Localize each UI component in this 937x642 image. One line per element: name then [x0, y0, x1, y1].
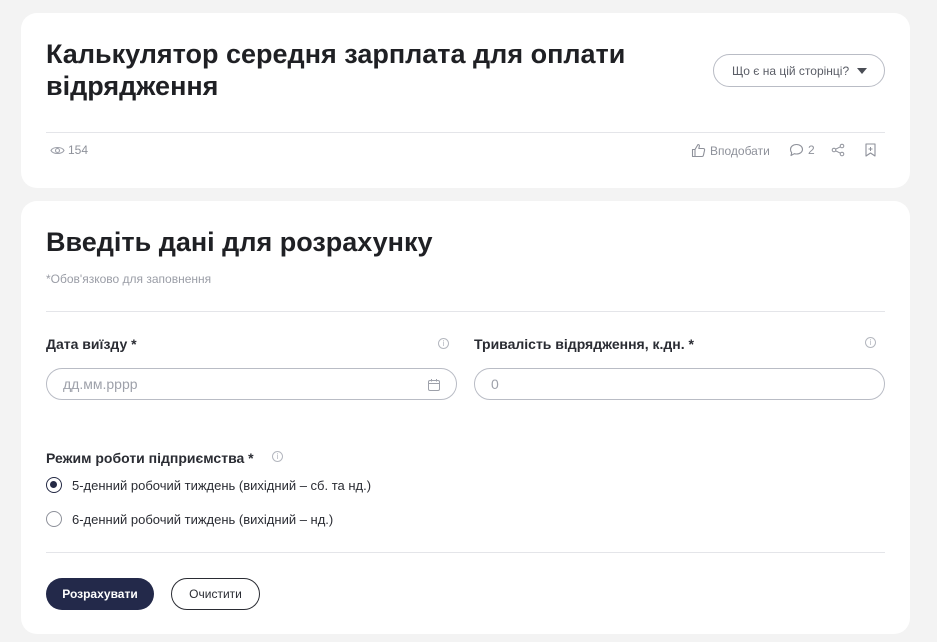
divider	[46, 132, 885, 133]
calendar-icon[interactable]	[427, 378, 441, 392]
share-icon	[831, 143, 845, 157]
work-mode-option-6day[interactable]: 6-денний робочий тиждень (вихідний – нд.…	[46, 511, 333, 527]
bookmark-button[interactable]	[864, 143, 877, 157]
radio-label: 5-денний робочий тиждень (вихідний – сб.…	[72, 477, 372, 493]
info-icon[interactable]: i	[865, 337, 876, 348]
radio-unchecked-icon[interactable]	[46, 511, 62, 527]
calculate-button[interactable]: Розрахувати	[46, 578, 154, 610]
departure-date-input[interactable]	[46, 368, 457, 400]
divider	[46, 311, 885, 312]
like-button[interactable]: Вподобати	[691, 143, 770, 158]
info-icon[interactable]: i	[438, 338, 449, 349]
comments-button[interactable]: 2	[789, 143, 815, 157]
work-mode-label: Режим роботи підприємства *	[46, 450, 254, 466]
page-contents-dropdown[interactable]: Що є на цій сторінці?	[713, 54, 885, 87]
clear-button[interactable]: Очистити	[171, 578, 260, 610]
radio-label: 6-денний робочий тиждень (вихідний – нд.…	[72, 511, 334, 527]
divider	[46, 552, 885, 553]
views-count: 154	[68, 143, 89, 157]
duration-input[interactable]	[474, 368, 885, 400]
departure-date-label: Дата виїзду *	[46, 336, 137, 352]
form-heading: Введіть дані для розрахунку	[46, 227, 433, 257]
thumbs-up-icon	[691, 143, 706, 158]
share-button[interactable]	[831, 143, 845, 157]
comment-icon	[789, 143, 804, 157]
views-counter: 154	[50, 143, 88, 157]
page-title: Калькулятор середня зарплата для оплати …	[46, 39, 626, 101]
page-contents-label: Що є на цій сторінці?	[732, 63, 850, 78]
required-note: *Обов'язково для заповнення	[46, 272, 212, 286]
eye-icon	[50, 146, 65, 154]
comments-count: 2	[808, 143, 815, 157]
like-label: Вподобати	[710, 143, 770, 158]
work-mode-option-5day[interactable]: 5-денний робочий тиждень (вихідний – сб.…	[46, 477, 371, 493]
bookmark-add-icon	[865, 143, 876, 157]
radio-checked-icon[interactable]	[46, 477, 62, 493]
calculator-form-card: Введіть дані для розрахунку *Обов'язково…	[21, 201, 910, 634]
article-header-card: Калькулятор середня зарплата для оплати …	[21, 13, 910, 188]
caret-down-icon	[857, 67, 868, 74]
duration-label: Тривалість відрядження, к.дн. *	[474, 336, 694, 352]
info-icon[interactable]: i	[272, 451, 283, 462]
